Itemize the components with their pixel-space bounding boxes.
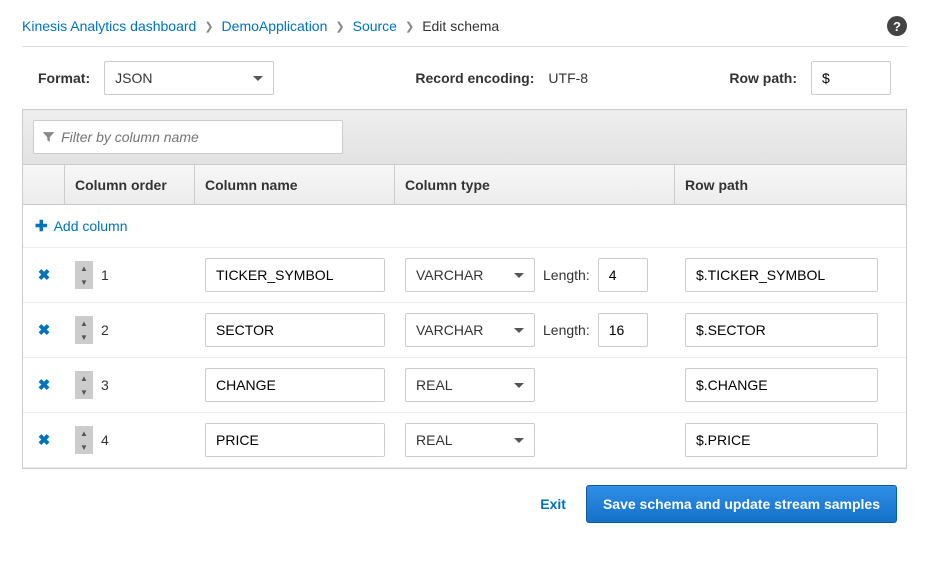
order-value: 3 [101,377,109,393]
chevron-up-icon[interactable]: ▲ [75,371,93,385]
column-type-value: REAL [416,432,453,448]
chevron-down-icon [514,438,524,443]
column-type-value: VARCHAR [416,322,483,338]
encoding-value: UTF-8 [548,70,588,86]
schema-table: Column order Column name Column type Row… [22,109,907,469]
chevron-right-icon: ❯ [204,20,213,33]
footer: Exit Save schema and update stream sampl… [22,469,907,531]
column-name-input[interactable] [205,423,385,457]
chevron-down-icon[interactable]: ▼ [75,275,93,289]
breadcrumb-link-application[interactable]: DemoApplication [222,18,328,34]
delete-row-button[interactable]: ✖ [23,266,65,284]
chevron-down-icon [514,273,524,278]
filter-icon [42,130,55,144]
chevron-right-icon: ❯ [405,20,414,33]
chevron-down-icon [514,383,524,388]
chevron-right-icon: ❯ [335,20,344,33]
column-type-value: VARCHAR [416,267,483,283]
filter-bar [23,110,906,165]
column-type-select[interactable]: REAL [405,368,535,402]
encoding-label: Record encoding: [415,70,534,86]
row-path-input[interactable] [685,423,878,457]
header-type: Column type [395,165,675,204]
config-row: Format: JSON Record encoding: UTF-8 Row … [22,61,907,109]
breadcrumb-current: Edit schema [422,18,499,34]
chevron-down-icon[interactable]: ▼ [75,440,93,454]
format-label: Format: [38,70,90,86]
table-row: ✖ ▲▼ 4 REAL [23,413,906,468]
filter-input[interactable] [61,129,334,145]
close-icon: ✖ [38,376,51,394]
close-icon: ✖ [38,266,51,284]
exit-button[interactable]: Exit [540,496,566,512]
delete-row-button[interactable]: ✖ [23,431,65,449]
filter-input-wrap[interactable] [33,120,343,154]
format-value: JSON [115,70,152,86]
column-name-input[interactable] [205,258,385,292]
add-column-button[interactable]: ✚ Add column [35,217,128,235]
header-name: Column name [195,165,395,204]
chevron-up-icon[interactable]: ▲ [75,261,93,275]
header-order: Column order [65,165,195,204]
chevron-up-icon[interactable]: ▲ [75,316,93,330]
chevron-down-icon [253,76,263,81]
rowpath-input[interactable] [811,61,891,95]
chevron-down-icon [514,328,524,333]
format-select[interactable]: JSON [104,61,274,95]
order-value: 4 [101,432,109,448]
plus-icon: ✚ [35,217,48,235]
column-type-select[interactable]: VARCHAR [405,313,535,347]
reorder-handle[interactable]: ▲▼ [75,371,93,399]
column-name-input[interactable] [205,313,385,347]
length-input[interactable] [598,258,648,292]
row-path-input[interactable] [685,313,878,347]
chevron-down-icon[interactable]: ▼ [75,330,93,344]
order-value: 1 [101,267,109,283]
reorder-handle[interactable]: ▲▼ [75,261,93,289]
add-column-label: Add column [54,218,128,234]
column-type-select[interactable]: REAL [405,423,535,457]
save-button[interactable]: Save schema and update stream samples [586,485,897,523]
breadcrumb-link-dashboard[interactable]: Kinesis Analytics dashboard [22,18,196,34]
header-path: Row path [675,165,906,204]
order-value: 2 [101,322,109,338]
reorder-handle[interactable]: ▲▼ [75,316,93,344]
delete-row-button[interactable]: ✖ [23,321,65,339]
table-header: Column order Column name Column type Row… [23,165,906,205]
close-icon: ✖ [38,431,51,449]
length-input[interactable] [598,313,648,347]
table-row: ✖ ▲▼ 1 VARCHAR Length: [23,248,906,303]
chevron-down-icon[interactable]: ▼ [75,385,93,399]
delete-row-button[interactable]: ✖ [23,376,65,394]
length-label: Length: [543,322,590,338]
add-column-row: ✚ Add column [23,205,906,248]
breadcrumb: Kinesis Analytics dashboard ❯ DemoApplic… [22,16,907,47]
chevron-up-icon[interactable]: ▲ [75,426,93,440]
breadcrumb-link-source[interactable]: Source [353,18,397,34]
column-name-input[interactable] [205,368,385,402]
row-path-input[interactable] [685,368,878,402]
length-label: Length: [543,267,590,283]
column-type-select[interactable]: VARCHAR [405,258,535,292]
help-icon[interactable]: ? [887,16,907,36]
reorder-handle[interactable]: ▲▼ [75,426,93,454]
column-type-value: REAL [416,377,453,393]
close-icon: ✖ [38,321,51,339]
table-row: ✖ ▲▼ 2 VARCHAR Length: [23,303,906,358]
rowpath-label: Row path: [729,70,797,86]
table-row: ✖ ▲▼ 3 REAL [23,358,906,413]
row-path-input[interactable] [685,258,878,292]
